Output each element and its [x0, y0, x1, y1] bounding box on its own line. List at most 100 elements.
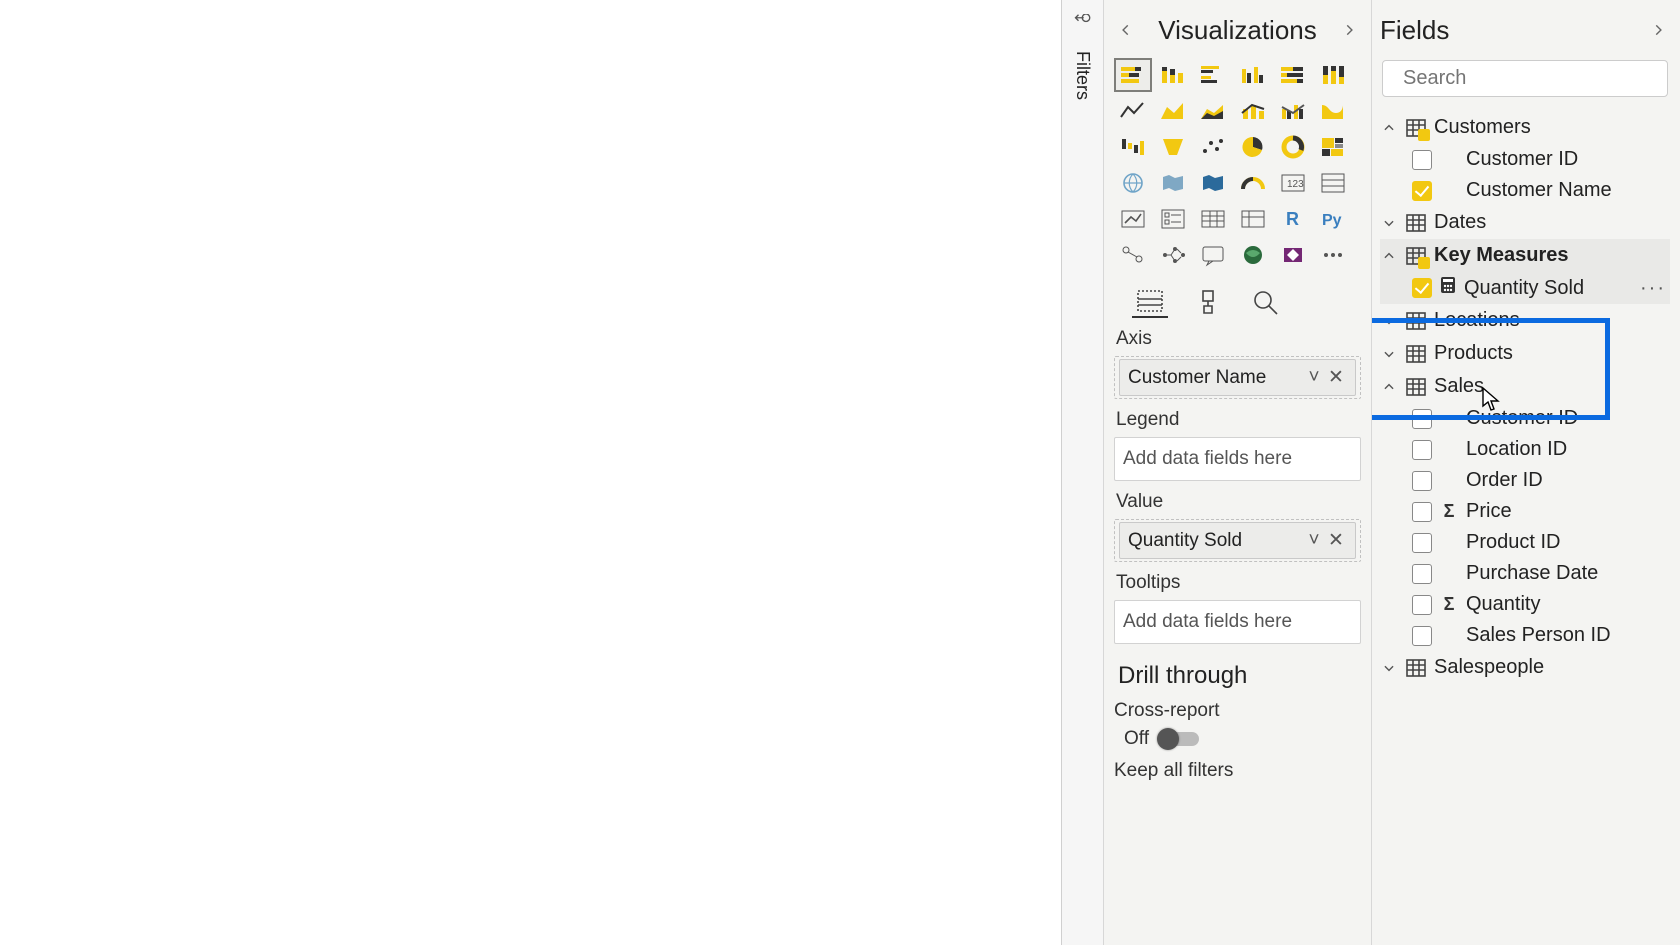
viz-powerapps-icon[interactable]	[1274, 238, 1312, 272]
table-locations[interactable]: Locations	[1380, 304, 1670, 337]
checkbox[interactable]	[1412, 440, 1432, 460]
filters-rail[interactable]: Filters	[1062, 0, 1104, 945]
table-label: Sales	[1434, 375, 1484, 398]
table-customers[interactable]: Customers	[1380, 111, 1670, 144]
value-remove-icon[interactable]: ✕	[1325, 529, 1347, 552]
viz-waterfall-icon[interactable]	[1114, 130, 1152, 164]
table-icon	[1406, 214, 1426, 232]
viz-r-icon[interactable]: R	[1274, 202, 1312, 236]
viz-clustered-bar-icon[interactable]	[1194, 58, 1232, 92]
table-key-measures[interactable]: Key Measures	[1380, 239, 1670, 272]
viz-100-stacked-column-icon[interactable]	[1314, 58, 1352, 92]
viz-python-icon[interactable]: Py	[1314, 202, 1352, 236]
table-salespeople[interactable]: Salespeople	[1380, 651, 1670, 684]
viz-filled-map-icon[interactable]	[1154, 166, 1192, 200]
checkbox-checked[interactable]	[1412, 278, 1432, 298]
viz-gauge-icon[interactable]	[1234, 166, 1272, 200]
field-sales-customer-id[interactable]: Customer ID	[1380, 403, 1670, 434]
viz-kpi-icon[interactable]	[1114, 202, 1152, 236]
viz-treemap-icon[interactable]	[1314, 130, 1352, 164]
viz-decomposition-icon[interactable]	[1154, 238, 1192, 272]
checkbox-checked[interactable]	[1412, 181, 1432, 201]
checkbox[interactable]	[1412, 533, 1432, 553]
checkbox[interactable]	[1412, 150, 1432, 170]
cross-report-state: Off	[1124, 728, 1149, 750]
viz-collapse-left-icon[interactable]	[1114, 18, 1138, 42]
field-customer-name[interactable]: Customer Name	[1380, 175, 1670, 206]
viz-table-icon[interactable]	[1194, 202, 1232, 236]
field-sales-salesperson-id[interactable]: Sales Person ID	[1380, 620, 1670, 651]
viz-slicer-icon[interactable]	[1154, 202, 1192, 236]
fields-tab-icon[interactable]	[1132, 286, 1168, 318]
report-canvas[interactable]	[0, 0, 1062, 945]
field-label: Purchase Date	[1466, 562, 1598, 585]
fields-collapse-icon[interactable]	[1646, 18, 1670, 42]
chevron-up-icon[interactable]	[1380, 249, 1398, 263]
chevron-up-icon[interactable]	[1380, 121, 1398, 135]
viz-arcgis-icon[interactable]	[1234, 238, 1272, 272]
checkbox[interactable]	[1412, 626, 1432, 646]
table-icon	[1406, 345, 1426, 363]
viz-map-icon[interactable]	[1114, 166, 1152, 200]
viz-line-stacked-column-icon[interactable]	[1234, 94, 1272, 128]
analytics-tab-icon[interactable]	[1248, 286, 1284, 318]
axis-dropdown-icon[interactable]: ˅	[1303, 367, 1325, 389]
viz-pie-icon[interactable]	[1234, 130, 1272, 164]
viz-stacked-column-icon[interactable]	[1154, 58, 1192, 92]
viz-card-icon[interactable]: 123	[1274, 166, 1312, 200]
viz-area-icon[interactable]	[1154, 94, 1192, 128]
checkbox[interactable]	[1412, 502, 1432, 522]
viz-stacked-area-icon[interactable]	[1194, 94, 1232, 128]
viz-shape-map-icon[interactable]	[1194, 166, 1232, 200]
checkbox[interactable]	[1412, 564, 1432, 584]
field-sales-product-id[interactable]: Product ID	[1380, 527, 1670, 558]
viz-qa-icon[interactable]	[1194, 238, 1232, 272]
viz-key-influencers-icon[interactable]	[1114, 238, 1152, 272]
viz-ribbon-icon[interactable]	[1314, 94, 1352, 128]
field-quantity-sold[interactable]: Quantity Sold ···	[1380, 272, 1670, 304]
viz-matrix-icon[interactable]	[1234, 202, 1272, 236]
axis-well[interactable]: Customer Name ˅ ✕	[1114, 356, 1361, 399]
chevron-up-icon[interactable]	[1380, 380, 1398, 394]
table-sales[interactable]: Sales	[1380, 370, 1670, 403]
value-well[interactable]: Quantity Sold ˅ ✕	[1114, 519, 1361, 562]
field-sales-location-id[interactable]: Location ID	[1380, 434, 1670, 465]
value-dropdown-icon[interactable]: ˅	[1303, 530, 1325, 552]
chevron-down-icon[interactable]	[1380, 661, 1398, 675]
legend-well[interactable]: Add data fields here	[1114, 437, 1361, 481]
field-sales-purchase-date[interactable]: Purchase Date	[1380, 558, 1670, 589]
viz-collapse-right-icon[interactable]	[1337, 18, 1361, 42]
expand-filters-icon[interactable]	[1074, 14, 1092, 37]
table-products[interactable]: Products	[1380, 337, 1670, 370]
viz-multirow-card-icon[interactable]	[1314, 166, 1352, 200]
chevron-down-icon[interactable]	[1380, 314, 1398, 328]
visualization-gallery[interactable]: 123 R Py	[1114, 58, 1361, 272]
cross-report-toggle[interactable]	[1159, 732, 1199, 746]
table-dates[interactable]: Dates	[1380, 206, 1670, 239]
viz-donut-icon[interactable]	[1274, 130, 1312, 164]
viz-100-stacked-bar-icon[interactable]	[1274, 58, 1312, 92]
viz-more-icon[interactable]	[1314, 238, 1352, 272]
viz-funnel-icon[interactable]	[1154, 130, 1192, 164]
tooltips-well[interactable]: Add data fields here	[1114, 600, 1361, 644]
viz-line-icon[interactable]	[1114, 94, 1152, 128]
field-more-icon[interactable]: ···	[1640, 277, 1666, 300]
search-input[interactable]	[1403, 67, 1668, 90]
viz-scatter-icon[interactable]	[1194, 130, 1232, 164]
axis-remove-icon[interactable]: ✕	[1325, 366, 1347, 389]
checkbox[interactable]	[1412, 595, 1432, 615]
viz-clustered-column-icon[interactable]	[1234, 58, 1272, 92]
chevron-down-icon[interactable]	[1380, 216, 1398, 230]
viz-line-clustered-column-icon[interactable]	[1274, 94, 1312, 128]
checkbox[interactable]	[1412, 409, 1432, 429]
field-sales-price[interactable]: ΣPrice	[1380, 496, 1670, 527]
checkbox[interactable]	[1412, 471, 1432, 491]
field-customer-id[interactable]: Customer ID	[1380, 144, 1670, 175]
chevron-down-icon[interactable]	[1380, 347, 1398, 361]
fields-search[interactable]	[1382, 60, 1668, 97]
table-icon	[1406, 378, 1426, 396]
field-sales-quantity[interactable]: ΣQuantity	[1380, 589, 1670, 620]
field-sales-order-id[interactable]: Order ID	[1380, 465, 1670, 496]
viz-stacked-bar-icon[interactable]	[1114, 58, 1152, 92]
format-tab-icon[interactable]	[1190, 286, 1226, 318]
